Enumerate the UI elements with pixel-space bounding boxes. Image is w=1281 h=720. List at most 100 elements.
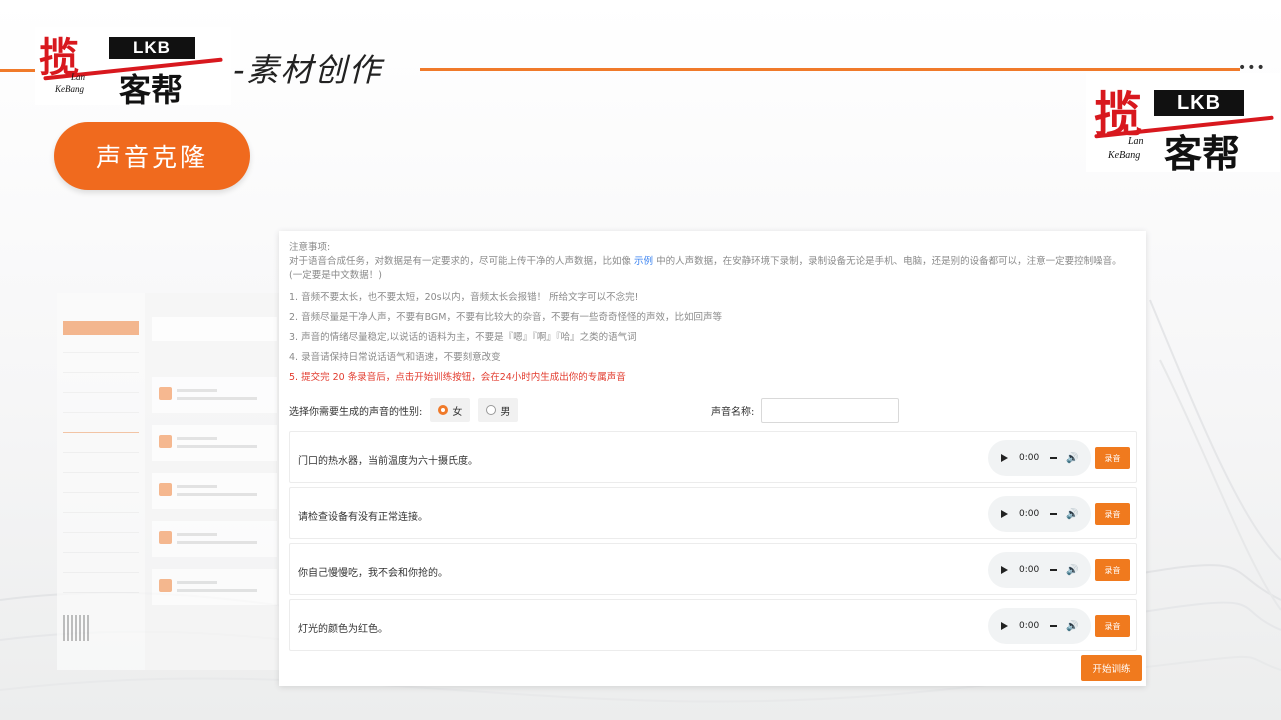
gender-option-female[interactable]: 女 xyxy=(430,398,471,422)
play-icon[interactable] xyxy=(1001,566,1008,574)
logo-lan: Lan xyxy=(1128,136,1144,147)
volume-icon[interactable]: 🔊 xyxy=(1066,453,1078,464)
logo-sub-chars: 客帮 xyxy=(1164,131,1241,172)
recording-text: 门口的热水器，当前温度为六十摄氏度。 xyxy=(298,456,478,467)
audio-player[interactable]: 0:00 🔊 xyxy=(988,608,1091,644)
background-sidebar-item xyxy=(63,405,139,413)
audio-time: 0:00 xyxy=(1019,621,1040,631)
background-title-bar xyxy=(152,317,277,341)
background-sidebar-item xyxy=(63,345,139,353)
record-button[interactable]: 录音 xyxy=(1095,559,1130,581)
background-card-line xyxy=(177,589,257,592)
background-qr-code xyxy=(63,615,89,641)
gender-row: 选择你需要生成的声音的性别: 女 男 xyxy=(289,398,519,422)
background-card xyxy=(152,377,277,413)
notes-item-1: 1. 音频不要太长，也不要太短，20s以内，音频太长会报错！ 所给文字可以不念完… xyxy=(289,292,639,303)
recording-text: 你自己慢慢吃，我不会和你抢的。 xyxy=(298,568,448,579)
audio-time: 0:00 xyxy=(1019,453,1040,463)
background-card-icon xyxy=(159,483,172,496)
header-rule-left xyxy=(0,69,38,72)
notes-intro-post: 中的人声数据，在安静环境下录制，录制设备无论是手机、电脑，还是别的设备都可以，注… xyxy=(656,256,1122,267)
background-app-screenshot xyxy=(57,293,282,670)
background-card xyxy=(152,521,277,557)
notes-item-3: 3. 声音的情绪尽量稳定,以说话的语料为主，不要是『嗯』『啊』『哈』之类的语气词 xyxy=(289,332,637,343)
background-card-line xyxy=(177,541,257,544)
start-training-button[interactable]: 开始训练 xyxy=(1081,655,1142,681)
progress-bar[interactable] xyxy=(1050,457,1058,459)
gender-label: 选择你需要生成的声音的性别: xyxy=(289,406,423,418)
play-icon[interactable] xyxy=(1001,510,1008,518)
notes-intro-line2: (一定要是中文数据！) xyxy=(289,270,382,281)
recording-row: 门口的热水器，当前温度为六十摄氏度。 0:00 🔊 录音 xyxy=(289,431,1137,483)
play-icon[interactable] xyxy=(1001,622,1008,630)
background-card xyxy=(152,569,277,605)
voice-name-input[interactable] xyxy=(761,398,899,423)
recording-row: 请检查设备有没有正常连接。 0:00 🔊 录音 xyxy=(289,487,1137,539)
page-title: -素材创作 xyxy=(233,51,383,89)
logo-badge: LKB xyxy=(109,37,195,59)
logo-right: 揽 LKB 客帮 Lan KeBang xyxy=(1086,73,1280,172)
background-card-line xyxy=(177,485,217,488)
logo-left: 揽 LKB 客帮 Lan KeBang xyxy=(35,27,231,105)
background-card-line xyxy=(177,581,217,584)
logo-kebang: KeBang xyxy=(1108,150,1141,161)
progress-bar[interactable] xyxy=(1050,569,1058,571)
background-panel xyxy=(152,317,282,667)
background-sidebar-item xyxy=(63,565,139,573)
background-sidebar-item xyxy=(63,425,139,433)
recording-text: 灯光的颜色为红色。 xyxy=(298,624,388,635)
background-sidebar-item xyxy=(63,525,139,533)
voice-clone-panel: 注意事项: 对于语音合成任务，对数据是有一定要求的，尽可能上传干净的人声数据，比… xyxy=(279,231,1146,686)
voice-name-label: 声音名称: xyxy=(711,407,755,418)
record-button[interactable]: 录音 xyxy=(1095,447,1130,469)
play-icon[interactable] xyxy=(1001,454,1008,462)
record-button[interactable]: 录音 xyxy=(1095,615,1130,637)
gender-option-label: 男 xyxy=(500,406,511,418)
notes-intro: 对于语音合成任务，对数据是有一定要求的，尽可能上传干净的人声数据，比如像 示例 … xyxy=(289,255,1139,268)
radio-unchecked-icon xyxy=(486,405,497,415)
notes-heading: 注意事项: xyxy=(289,242,331,253)
volume-icon[interactable]: 🔊 xyxy=(1066,565,1078,576)
logo-kebang: KeBang xyxy=(55,84,84,94)
record-button[interactable]: 录音 xyxy=(1095,503,1130,525)
audio-player[interactable]: 0:00 🔊 xyxy=(988,552,1091,588)
recording-row: 你自己慢慢吃，我不会和你抢的。 0:00 🔊 录音 xyxy=(289,543,1137,595)
audio-player[interactable]: 0:00 🔊 xyxy=(988,440,1091,476)
background-card-line xyxy=(177,445,257,448)
background-sidebar-item xyxy=(63,485,139,493)
progress-bar[interactable] xyxy=(1050,625,1058,627)
recording-row: 灯光的颜色为红色。 0:00 🔊 录音 xyxy=(289,599,1137,651)
background-sidebar-item xyxy=(63,585,139,593)
background-sidebar-item xyxy=(63,445,139,453)
background-card-icon xyxy=(159,531,172,544)
background-card-icon xyxy=(159,387,172,400)
logo-lan: Lan xyxy=(71,72,86,82)
background-sidebar-item xyxy=(63,321,139,335)
gender-option-male[interactable]: 男 xyxy=(478,398,519,422)
notes-item-2: 2. 音频尽量是干净人声，不要有BGM，不要有比较大的杂音，不要有一些奇奇怪怪的… xyxy=(289,312,722,323)
radio-checked-icon xyxy=(438,405,449,415)
example-link[interactable]: 示例 xyxy=(634,256,653,267)
background-sidebar-item xyxy=(63,545,139,553)
background-card-line xyxy=(177,389,217,392)
background-sidebar-item xyxy=(63,465,139,473)
background-card-icon xyxy=(159,435,172,448)
background-card-line xyxy=(177,397,257,400)
background-card-line xyxy=(177,437,217,440)
volume-icon[interactable]: 🔊 xyxy=(1066,621,1078,632)
section-pill: 声音克隆 xyxy=(54,122,250,190)
background-card-line xyxy=(177,493,257,496)
logo-badge: LKB xyxy=(1154,90,1244,116)
notes-item-5: 5. 提交完 20 条录音后，点击开始训练按钮，会在24小时内生成出你的专属声音 xyxy=(289,372,626,383)
background-card-line xyxy=(177,533,217,536)
recording-text: 请检查设备有没有正常连接。 xyxy=(298,512,428,523)
notes-item-4: 4. 录音请保持日常说话语气和语速，不要刻意改变 xyxy=(289,352,501,363)
background-card-icon xyxy=(159,579,172,592)
volume-icon[interactable]: 🔊 xyxy=(1066,509,1078,520)
background-sidebar xyxy=(57,293,145,670)
header-rule-right xyxy=(420,68,1240,71)
background-card xyxy=(152,473,277,509)
notes-intro-pre: 对于语音合成任务，对数据是有一定要求的，尽可能上传干净的人声数据，比如像 xyxy=(289,256,632,267)
audio-player[interactable]: 0:00 🔊 xyxy=(988,496,1091,532)
progress-bar[interactable] xyxy=(1050,513,1058,515)
